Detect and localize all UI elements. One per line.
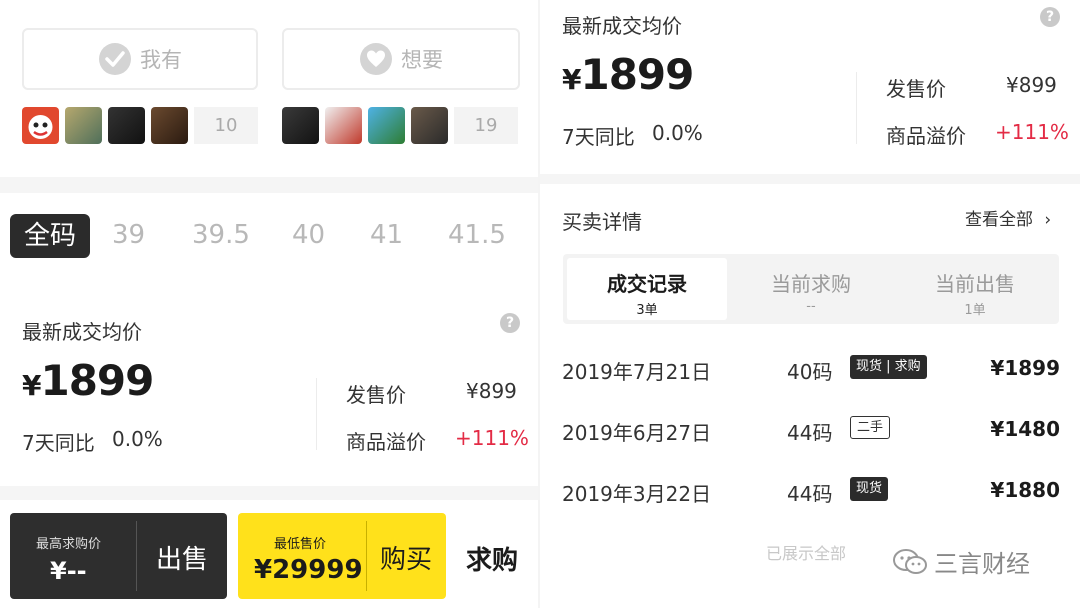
record-size: 44码 [787,482,833,506]
record-tag: 现货 | 求购 [850,355,927,379]
size-tab-40[interactable]: 40 [292,220,325,250]
record-tag: 现货 [850,477,889,501]
buy-button[interactable]: 购买 [380,539,432,576]
section-divider [0,486,540,500]
help-icon[interactable]: ? [1040,7,1060,27]
premium-value: +111% [995,120,1069,144]
buy-box[interactable]: 最低售价 ¥29999 购买 [238,513,446,599]
help-icon[interactable]: ? [500,313,520,333]
trade-tabs: 成交记录 3单 当前求购 -- 当前出售 1单 [563,254,1059,324]
trade-details-title: 买卖详情 [562,210,642,234]
highest-bid-label: 最高求购价 [36,537,102,552]
tab-count: -- [806,299,816,314]
avg-price: ¥1899 [562,50,694,99]
size-tab-41[interactable]: 41 [370,220,403,250]
week-compare-label: 7天同比 [562,125,635,149]
record-tag: 二手 [850,416,891,439]
size-tab-39-5[interactable]: 39.5 [192,220,250,250]
avg-price-value: 1899 [580,50,694,99]
tab-label: 当前出售 [935,272,1015,296]
premium-label: 商品溢价 [346,430,426,454]
divider [136,521,137,591]
left-pane: 我有 想要 10 19 全码 39 39.5 40 41 41.5 最新成交均价… [0,0,540,608]
retail-price-value: ¥899 [1006,73,1057,97]
retail-price-value: ¥899 [466,379,517,403]
divider [856,72,857,144]
avatar[interactable] [411,107,448,144]
avg-price-value: 1899 [40,356,154,405]
week-compare-label: 7天同比 [22,431,95,455]
have-label: 我有 [140,48,182,72]
avatar[interactable] [282,107,319,144]
divider [366,521,367,591]
avg-price-title: 最新成交均价 [562,14,682,38]
retail-price-label: 发售价 [346,383,406,407]
seek-button[interactable]: 求购 [466,540,518,577]
lowest-ask-label: 最低售价 [274,537,327,552]
avatar[interactable] [368,107,405,144]
record-price: ¥1480 [990,417,1060,441]
record-size: 40码 [787,360,833,384]
week-compare-value: 0.0% [652,121,703,145]
want-count: 19 [454,107,518,144]
highest-bid-value: ¥-- [50,557,87,585]
have-count: 10 [194,107,258,144]
check-circle-icon [99,43,131,75]
size-tab-39[interactable]: 39 [112,220,145,250]
tab-count: 1单 [964,303,986,318]
record-price: ¥1899 [990,356,1060,380]
avatar[interactable] [108,107,145,144]
size-tab-all[interactable]: 全码 [10,214,91,258]
lowest-ask-value: ¥29999 [254,555,363,585]
heart-circle-icon [360,43,392,75]
record-price: ¥1880 [990,478,1060,502]
view-all-link[interactable]: 查看全部 › [965,205,1051,230]
currency-symbol: ¥ [562,63,582,96]
avatar[interactable] [22,107,59,144]
currency-symbol: ¥ [22,369,42,402]
want-button[interactable]: 想要 [282,28,520,90]
divider [316,378,317,450]
avatar[interactable] [325,107,362,144]
tab-deal-records[interactable]: 成交记录 3单 [567,258,727,320]
tab-label: 当前求购 [771,272,851,296]
premium-label: 商品溢价 [886,124,966,148]
watermark-text: 三言财经 [934,550,1030,578]
have-button[interactable]: 我有 [22,28,258,90]
retail-price-label: 发售价 [886,77,946,101]
record-date: 2019年7月21日 [562,360,712,384]
watermark: 三言财经 [892,544,1030,579]
section-divider [0,177,540,193]
want-label: 想要 [401,48,443,72]
week-compare-value: 0.0% [112,427,163,451]
tab-current-bids[interactable]: 当前求购 -- [731,258,891,320]
size-tab-41-5[interactable]: 41.5 [448,220,506,250]
record-date: 2019年3月22日 [562,482,712,506]
record-date: 2019年6月27日 [562,421,712,445]
wechat-icon [893,548,927,574]
shown-all-text: 已展示全部 [766,544,847,563]
tab-current-asks[interactable]: 当前出售 1单 [895,258,1055,320]
chevron-right-icon: › [1044,210,1052,230]
avatar[interactable] [151,107,188,144]
tab-label: 成交记录 [607,272,687,296]
premium-value: +111% [455,426,529,450]
sell-box[interactable]: 最高求购价 ¥-- 出售 [10,513,227,599]
section-divider [540,174,1080,184]
tab-count: 3单 [636,303,658,318]
sell-button[interactable]: 出售 [156,539,208,576]
avg-price: ¥1899 [22,356,154,405]
avatar[interactable] [65,107,102,144]
record-size: 44码 [787,421,833,445]
view-all-label: 查看全部 [965,210,1033,230]
avg-price-title: 最新成交均价 [22,320,142,344]
